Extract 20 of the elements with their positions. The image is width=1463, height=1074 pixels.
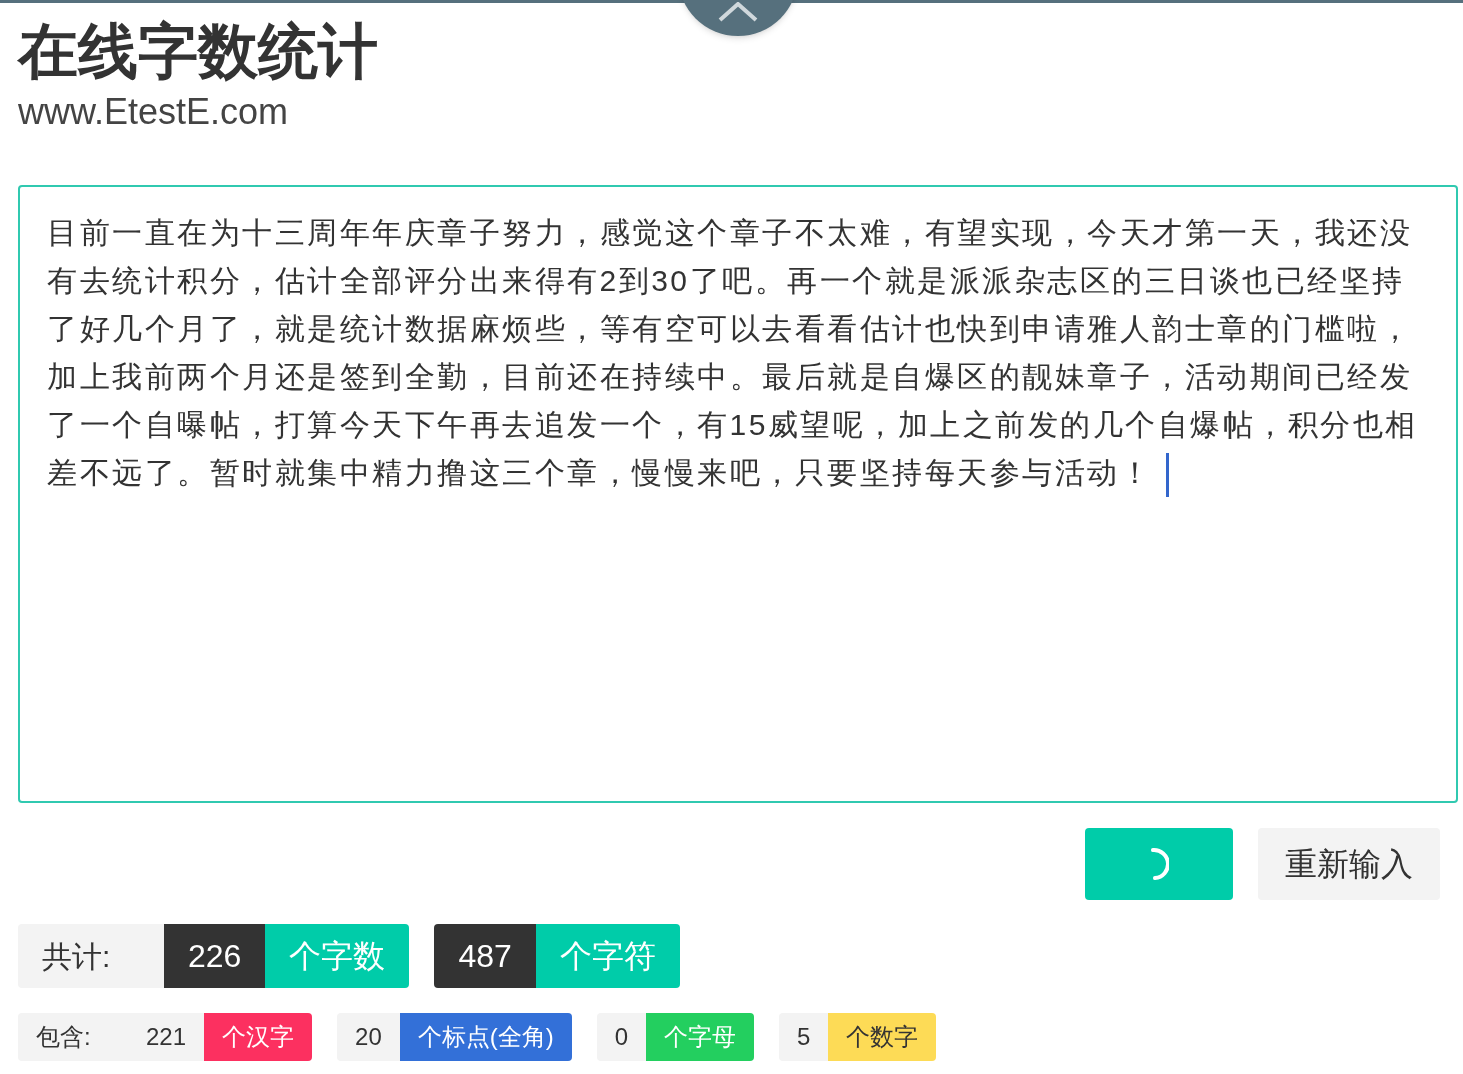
breakdown-value: 0 bbox=[596, 1013, 647, 1061]
text-input-area[interactable] bbox=[18, 185, 1458, 803]
chevron-up-icon bbox=[718, 2, 758, 22]
breakdown-unit: 个标点(全角) bbox=[399, 1013, 572, 1061]
breakdown-unit: 个汉字 bbox=[204, 1013, 313, 1061]
count-unit: 个字符 bbox=[535, 924, 680, 988]
reset-button[interactable]: 重新输入 bbox=[1258, 828, 1440, 900]
breakdown-value: 20 bbox=[337, 1013, 400, 1061]
count-value: 226 bbox=[164, 924, 266, 988]
breakdown-unit: 个字母 bbox=[646, 1013, 755, 1061]
site-url: www.EtestE.com bbox=[18, 90, 289, 134]
count-value: 487 bbox=[434, 924, 536, 988]
totals-label: 共计: bbox=[18, 924, 164, 988]
breakdown-unit: 个数字 bbox=[828, 1013, 937, 1061]
count-unit: 个字数 bbox=[265, 924, 410, 988]
breakdown-label: 包含: bbox=[18, 1013, 128, 1061]
site-title: 在线字数统计 bbox=[18, 17, 378, 87]
breakdown-value: 5 bbox=[779, 1013, 829, 1061]
breakdown-value: 221 bbox=[128, 1013, 205, 1061]
input-text: 目前一直在为十三周年年庆章子努力，感觉这个章子不太难，有望实现，今天才第一天，我还没有去统计积分，估计全部评分出来得有2到30了吧。再一个就是派派杂志区的三日谈也已经坚持了好几个月了，就是统计数据麻烦些，等有空可以去看看估计也快到申请雅人韵士章的门槛啦，加上我前两个月还是签到全勤，目前还在持续中。最后就是自爆区的靓妹章子，活动期间已经发了一个自曝帖，打算今天下午再去追发一个，有15威望呢，加上之前发的几个自爆帖，积分也相差不远了。暂时就集中精力撸这三个章，慢慢来吧，只要坚持每天参与活动！ bbox=[47, 216, 1418, 489]
